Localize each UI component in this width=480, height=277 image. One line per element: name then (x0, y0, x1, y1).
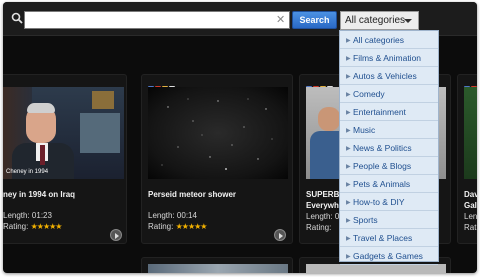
video-title[interactable]: SUPERB (306, 190, 339, 199)
category-option-label: Pets & Animals (353, 179, 411, 189)
chevron-down-icon (404, 19, 412, 23)
video-rating: Ratin (464, 223, 477, 232)
bullet-icon: ▶ (346, 92, 351, 98)
rating-stars: ★★★★★ (30, 222, 63, 231)
category-option[interactable]: ▶ Gadgets & Games (340, 247, 438, 265)
video-thumbnail[interactable] (464, 87, 477, 179)
rating-stars: ★★★★★ (175, 222, 208, 231)
video-length: Length: 0 (306, 212, 340, 221)
video-thumbnail[interactable] (306, 264, 446, 273)
card-badges (148, 79, 176, 92)
category-option-label: All categories (353, 35, 405, 45)
category-option-label: News & Politics (353, 143, 412, 153)
category-option-label: Travel & Places (353, 233, 413, 243)
category-option[interactable]: ▶ Autos & Vehicles (340, 67, 438, 85)
bullet-icon: ▶ (346, 182, 351, 188)
bullet-icon: ▶ (346, 236, 351, 242)
bullet-icon: ▶ (346, 146, 351, 152)
category-option-label: Films & Animation (353, 53, 422, 63)
video-title[interactable]: Dav (464, 190, 477, 199)
category-option[interactable]: ▶ Films & Animation (340, 49, 438, 67)
category-option[interactable]: ▶ Music (340, 121, 438, 139)
play-icon[interactable] (274, 229, 286, 241)
category-option-label: How-to & DIY (353, 197, 405, 207)
video-length: Length: 00:14 (148, 211, 197, 220)
category-option[interactable]: ▶ Sports (340, 211, 438, 229)
category-option[interactable]: ▶ People & Blogs (340, 157, 438, 175)
bullet-icon: ▶ (346, 56, 351, 62)
video-card[interactable]: Cheney in 1994 ney in 1994 on Iraq Lengt… (3, 74, 127, 244)
search-input[interactable] (24, 11, 290, 29)
video-rating: Rating: ★★★★★ (3, 222, 63, 231)
category-option[interactable]: ▶ Comedy (340, 85, 438, 103)
video-rating: Rating: (306, 223, 332, 232)
video-browser-window: ✕ Search All categories Cheney in 1994 n… (3, 2, 477, 273)
bullet-icon: ▶ (346, 38, 351, 44)
video-card[interactable]: Dav Gala Leng Ratin (457, 74, 477, 244)
category-option-label: Entertainment (353, 107, 406, 117)
bullet-icon: ▶ (346, 200, 351, 206)
video-title[interactable]: ney in 1994 on Iraq (3, 190, 75, 199)
video-card[interactable]: Perseid meteor shower Length: 00:14 Rati… (141, 74, 293, 244)
category-option[interactable]: ▶ All categories (340, 31, 438, 49)
category-option[interactable]: ▶ Entertainment (340, 103, 438, 121)
category-option[interactable]: ▶ How-to & DIY (340, 193, 438, 211)
category-option[interactable]: ▶ News & Politics (340, 139, 438, 157)
search-icon (11, 12, 23, 24)
video-card[interactable] (141, 257, 293, 273)
clear-icon[interactable]: ✕ (276, 14, 285, 26)
category-option-label: People & Blogs (353, 161, 412, 171)
video-thumbnail[interactable] (148, 264, 288, 273)
category-select-value: All categories (345, 15, 406, 26)
category-option[interactable]: ▶ Pets & Animals (340, 175, 438, 193)
search-button[interactable]: Search (292, 11, 337, 29)
rating-label: Rating: (3, 222, 29, 231)
category-option-label: Comedy (353, 89, 385, 99)
video-title[interactable]: Perseid meteor shower (148, 190, 236, 199)
video-length: Leng (464, 212, 477, 221)
category-dropdown: ▶ All categories ▶ Films & Animation ▶ Autos … (339, 30, 439, 265)
video-thumbnail[interactable] (148, 87, 288, 179)
play-icon[interactable] (110, 229, 122, 241)
video-length: Length: 01:23 (3, 211, 52, 220)
bullet-icon: ▶ (346, 218, 351, 224)
video-title-line2: Everywh (306, 201, 339, 210)
bullet-icon: ▶ (346, 164, 351, 170)
card-badges (306, 79, 334, 92)
video-thumbnail[interactable]: Cheney in 1994 (3, 87, 124, 179)
video-rating: Rating: ★★★★★ (148, 222, 208, 231)
category-option-label: Autos & Vehicles (353, 71, 417, 81)
bullet-icon: ▶ (346, 254, 351, 260)
rating-label: Rating: (148, 222, 174, 231)
bullet-icon: ▶ (346, 74, 351, 80)
bullet-icon: ▶ (346, 128, 351, 134)
star-field (161, 98, 273, 170)
category-select[interactable]: All categories (340, 11, 419, 30)
category-option-label: Gadgets & Games (353, 251, 423, 261)
card-badges (464, 79, 477, 92)
bullet-icon: ▶ (346, 110, 351, 116)
video-caption: Cheney in 1994 (6, 169, 49, 175)
video-title-line2: Gala (464, 201, 477, 210)
category-option-label: Music (353, 125, 376, 135)
category-option[interactable]: ▶ Travel & Places (340, 229, 438, 247)
category-option-label: Sports (353, 215, 378, 225)
